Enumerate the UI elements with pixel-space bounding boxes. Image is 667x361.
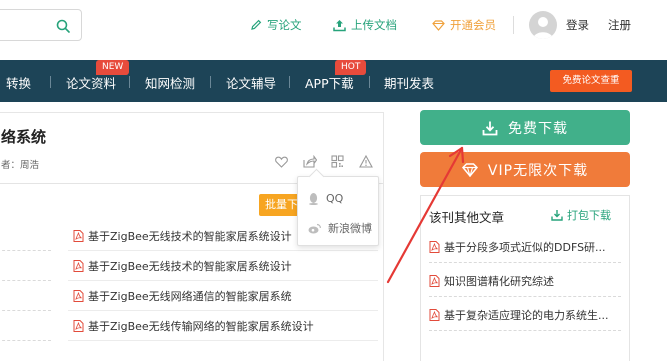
download-icon [551,210,563,221]
other-article-link[interactable]: 知识图谱精化研究综述 [429,273,554,289]
other-article-link[interactable]: 基于复杂适应理论的电力系统生... [429,307,609,323]
share-qq-option[interactable]: QQ [308,192,343,205]
related-doc-link[interactable]: 基于ZigBee无线技术的智能家居系统设计 [73,228,292,244]
nav-item-convert[interactable]: 转换 [6,73,31,92]
document-author: 者：周浩 [1,160,40,171]
write-paper-label: 写论文 [267,18,302,32]
other-articles-panel: 该刊其他文章 打包下载 基于分段多项式近似的DDFS研... 知识图谱精化研究综… [420,195,630,361]
pdf-icon [429,241,440,253]
pdf-icon [429,275,440,287]
upload-doc-label: 上传文档 [351,18,397,32]
diamond-icon [432,19,445,31]
heart-icon[interactable] [273,153,290,170]
other-article-link[interactable]: 基于分段多项式近似的DDFS研... [429,239,606,255]
weibo-icon [308,223,321,233]
list-item: 知识图谱精化研究综述 [421,263,629,297]
new-badge: NEW [96,60,130,75]
other-article-title: 基于分段多项式近似的DDFS研... [444,241,606,254]
open-vip-label: 开通会员 [450,18,496,32]
top-header: 写论文 上传文档 开通会员 登录 注册 [0,0,667,60]
upload-doc-link[interactable]: 上传文档 [333,16,397,34]
vip-download-label: VIP无限次下载 [487,162,589,179]
nav-item-label: APP下载 [305,76,354,91]
nav-divider [369,76,370,88]
list-item: 基于ZigBee无线网络通信的智能家居系统 [0,281,383,311]
open-vip-link[interactable]: 开通会员 [432,16,496,34]
nav-item-journal-publish[interactable]: 期刊发表 [384,73,434,92]
divider [429,330,621,331]
other-article-title: 知识图谱精化研究综述 [444,275,554,288]
header-divider [513,16,514,34]
list-item: 基于分段多项式近似的DDFS研... [421,229,629,263]
pencil-icon [251,19,262,30]
search-icon[interactable] [52,16,74,36]
pdf-icon [73,230,84,242]
nav-divider [50,76,51,88]
write-paper-link[interactable]: 写论文 [250,16,302,34]
nav-divider [210,76,211,88]
pack-download-label: 打包下载 [567,209,611,222]
pack-download-link[interactable]: 打包下载 [551,207,611,223]
free-plagiarism-check-button[interactable]: 免费论文查重 [550,70,632,92]
share-popup: QQ 新浪微博 [297,176,379,246]
download-icon [482,121,498,135]
list-item: 基于复杂适应理论的电力系统生... [421,297,629,331]
qq-icon [309,193,318,205]
hot-badge: HOT [335,60,367,75]
share-icon[interactable] [301,153,318,170]
share-qq-label: QQ [326,192,344,205]
share-weibo-label: 新浪微博 [328,222,372,235]
nav-item-paper-materials[interactable]: 论文资料 NEW [66,60,130,92]
nav-divider [289,76,290,88]
related-doc-title: 基于ZigBee无线技术的智能家居系统设计 [88,260,292,273]
upload-icon [333,19,346,31]
qrcode-icon[interactable] [329,153,346,170]
nav-item-cnki-check[interactable]: 知网检测 [145,73,195,92]
divider [68,340,378,341]
list-item: 基于ZigBee无线传输网络的智能家居系统设计 [0,311,383,341]
related-doc-link[interactable]: 基于ZigBee无线传输网络的智能家居系统设计 [73,318,314,334]
nav-item-app-download[interactable]: APP下载 HOT [305,60,367,92]
nav-divider [129,76,130,88]
other-article-title: 基于复杂适应理论的电力系统生... [444,309,609,322]
free-download-label: 免费下载 [508,120,568,137]
related-doc-link[interactable]: 基于ZigBee无线技术的智能家居系统设计 [73,258,292,274]
list-item: 基于ZigBee无线技术的智能家居系统设计 [0,251,383,281]
nav-item-paper-tutoring[interactable]: 论文辅导 [226,73,276,92]
pdf-icon [73,260,84,272]
related-doc-title: 基于ZigBee无线网络通信的智能家居系统 [88,290,292,303]
pdf-icon [429,309,440,321]
register-link[interactable]: 注册 [608,16,631,34]
document-title: 络系统 [1,128,47,146]
avatar[interactable] [529,11,557,39]
main-nav: 转换 论文资料 NEW 知网检测 论文辅导 APP下载 HOT 期刊发表 免费论… [0,60,667,102]
divider [0,340,51,341]
related-doc-link[interactable]: 基于ZigBee无线网络通信的智能家居系统 [73,288,292,304]
nav-item-label: 论文资料 [66,76,117,91]
share-weibo-option[interactable]: 新浪微博 [308,220,372,236]
related-doc-title: 基于ZigBee无线传输网络的智能家居系统设计 [88,320,314,333]
diamond-icon [461,162,478,177]
vip-download-button[interactable]: VIP无限次下载 [420,152,630,187]
free-download-button[interactable]: 免费下载 [420,110,630,145]
pdf-icon [73,290,84,302]
login-link[interactable]: 登录 [566,16,589,34]
related-doc-title: 基于ZigBee无线技术的智能家居系统设计 [88,230,292,243]
other-articles-title: 该刊其他文章 [429,210,505,225]
warning-icon[interactable] [357,153,374,170]
pdf-icon [73,320,84,332]
document-actions [273,153,374,170]
search-input[interactable] [0,9,82,41]
